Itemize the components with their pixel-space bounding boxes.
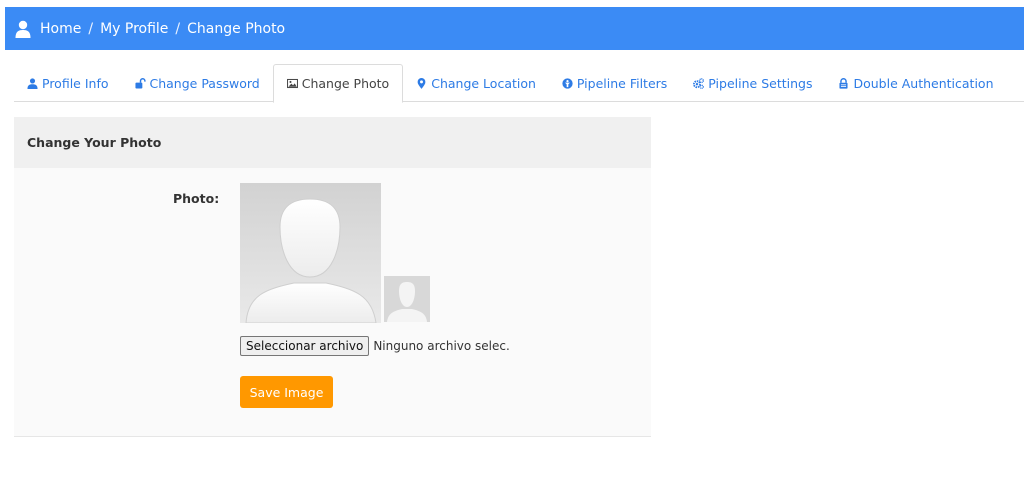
gears-icon bbox=[693, 77, 705, 89]
tab-pipeline-settings[interactable]: Pipeline Settings bbox=[680, 64, 825, 102]
tab-change-photo[interactable]: Change Photo bbox=[272, 64, 404, 103]
tab-label: Pipeline Settings bbox=[708, 75, 813, 91]
choose-file-button[interactable]: Seleccionar archivo bbox=[240, 336, 370, 356]
breadcrumb-my-profile-link[interactable]: My Profile bbox=[100, 21, 168, 37]
tab-label: Change Photo bbox=[301, 76, 390, 91]
change-photo-panel: Change Your Photo Photo: Seleccionar arc… bbox=[14, 117, 651, 437]
breadcrumb-separator: / bbox=[175, 20, 181, 37]
photo-label: Photo: bbox=[173, 191, 220, 206]
user-icon bbox=[15, 20, 31, 38]
user-icon bbox=[27, 77, 38, 89]
profile-tabs: Profile Info Change Password Change Phot… bbox=[14, 64, 1024, 103]
breadcrumb: Home / My Profile / Change Photo bbox=[40, 21, 285, 37]
tab-pipeline-filters[interactable]: Pipeline Filters bbox=[549, 64, 680, 102]
tab-label: Profile Info bbox=[42, 75, 109, 91]
map-marker-icon bbox=[417, 77, 426, 89]
tab-profile-info[interactable]: Profile Info bbox=[14, 64, 122, 102]
tab-change-password[interactable]: Change Password bbox=[122, 64, 273, 102]
tab-label: Change Password bbox=[149, 75, 260, 91]
tab-change-location[interactable]: Change Location bbox=[403, 64, 549, 102]
filter-circle-icon bbox=[562, 77, 573, 89]
image-icon bbox=[286, 78, 298, 89]
lock-icon bbox=[839, 77, 849, 89]
avatar-placeholder-small bbox=[384, 276, 430, 322]
tab-label: Pipeline Filters bbox=[576, 75, 668, 91]
save-image-button[interactable]: Save Image bbox=[240, 376, 333, 408]
breadcrumb-home-link[interactable]: Home bbox=[40, 21, 81, 37]
top-bar: Home / My Profile / Change Photo bbox=[5, 7, 1024, 50]
breadcrumb-current: Change Photo bbox=[187, 20, 286, 37]
breadcrumb-separator: / bbox=[88, 20, 94, 37]
file-status-text: Ninguno archivo selec. bbox=[373, 339, 510, 353]
tab-double-authentication[interactable]: Double Authentication bbox=[825, 64, 1006, 102]
unlock-icon bbox=[134, 77, 146, 89]
avatar-placeholder-large bbox=[240, 183, 381, 323]
file-input-row: Seleccionar archivo Ninguno archivo sele… bbox=[240, 336, 510, 356]
tab-label: Change Location bbox=[431, 75, 536, 91]
tab-label: Double Authentication bbox=[853, 75, 994, 91]
panel-title: Change Your Photo bbox=[14, 117, 651, 168]
